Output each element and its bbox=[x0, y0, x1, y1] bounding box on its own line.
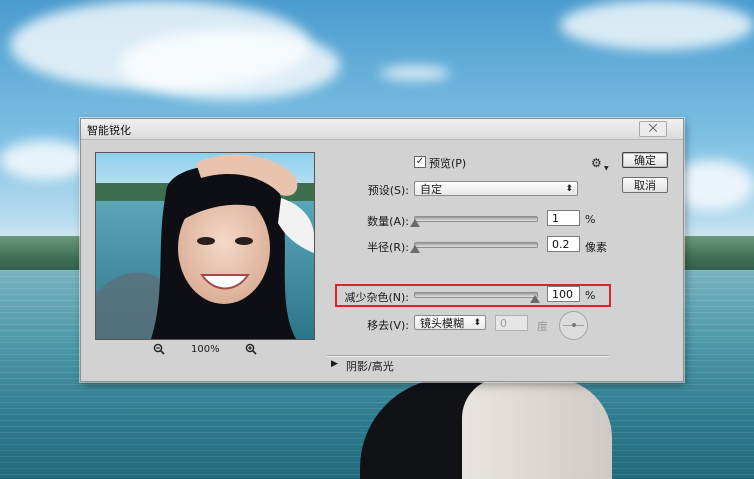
reduce-noise-unit: % bbox=[585, 289, 596, 302]
radius-value: 0.2 bbox=[552, 238, 570, 251]
amount-slider[interactable] bbox=[414, 216, 538, 222]
radius-slider[interactable] bbox=[414, 242, 538, 248]
disclosure-triangle-icon[interactable]: ▶ bbox=[331, 359, 338, 369]
close-icon: ⨉ bbox=[648, 122, 658, 135]
zoom-out-icon[interactable] bbox=[153, 343, 165, 358]
amount-slider-thumb[interactable] bbox=[410, 219, 420, 227]
zoom-in-icon[interactable] bbox=[245, 343, 257, 358]
caret-down-icon[interactable]: ▼ bbox=[604, 165, 609, 172]
amount-value: 1 bbox=[552, 212, 559, 225]
cloud bbox=[0, 140, 90, 180]
amount-unit: % bbox=[585, 213, 596, 226]
angle-unit: 度 bbox=[537, 320, 548, 333]
angle-dial-center bbox=[572, 323, 576, 327]
ok-button[interactable]: 确定 bbox=[622, 152, 668, 168]
angle-input: 0 bbox=[495, 315, 528, 331]
preview-image[interactable] bbox=[95, 152, 315, 340]
radius-slider-thumb[interactable] bbox=[410, 245, 420, 253]
cancel-button[interactable]: 取消 bbox=[622, 177, 668, 193]
reduce-noise-slider[interactable] bbox=[414, 292, 538, 298]
remove-select[interactable]: 镜头模糊 ⬍ bbox=[414, 315, 486, 330]
dialog-title: 智能锐化 bbox=[87, 124, 131, 137]
angle-value: 0 bbox=[500, 317, 507, 330]
close-button[interactable]: ⨉ bbox=[639, 121, 667, 137]
radius-unit: 像素 bbox=[585, 241, 607, 254]
preview-label: 预览(P) bbox=[429, 157, 467, 170]
reduce-noise-slider-thumb[interactable] bbox=[530, 295, 540, 303]
cloud bbox=[380, 66, 450, 80]
preset-select[interactable]: 自定 ⬍ bbox=[414, 181, 578, 196]
smart-sharpen-dialog: 智能锐化 ⨉ 100% ✓ 预览(P) ⚙ ▼ 预设(S): 自定 ⬍ 数量(A… bbox=[80, 118, 684, 382]
angle-dial bbox=[559, 311, 588, 340]
dialog-body: 100% ✓ 预览(P) ⚙ ▼ 预设(S): 自定 ⬍ 数量(A): 1 % … bbox=[81, 140, 683, 381]
dialog-titlebar[interactable]: 智能锐化 ⨉ bbox=[81, 119, 683, 140]
updown-arrow-icon: ⬍ bbox=[565, 184, 573, 194]
zoom-level: 100% bbox=[191, 344, 220, 355]
reduce-noise-input[interactable]: 100 bbox=[547, 286, 580, 302]
preset-label: 预设(S): bbox=[367, 184, 409, 197]
preview-photo bbox=[96, 153, 314, 339]
cloud bbox=[120, 30, 340, 100]
preview-checkbox[interactable]: ✓ bbox=[414, 156, 426, 168]
updown-arrow-icon: ⬍ bbox=[473, 318, 481, 328]
gear-icon[interactable]: ⚙ bbox=[591, 156, 602, 170]
zoom-controls: 100% bbox=[95, 343, 313, 359]
girl-shirt bbox=[462, 378, 612, 479]
cloud bbox=[560, 0, 754, 50]
shadows-highlights-label[interactable]: 阴影/高光 bbox=[346, 358, 394, 374]
remove-value: 镜头模糊 bbox=[420, 317, 464, 330]
amount-input[interactable]: 1 bbox=[547, 210, 580, 226]
reduce-noise-label: 减少杂色(N): bbox=[344, 291, 409, 304]
preset-value: 自定 bbox=[420, 183, 442, 196]
reduce-noise-value: 100 bbox=[552, 288, 573, 301]
radius-label: 半径(R): bbox=[367, 241, 409, 254]
radius-input[interactable]: 0.2 bbox=[547, 236, 580, 252]
amount-label: 数量(A): bbox=[367, 215, 409, 228]
remove-label: 移去(V): bbox=[367, 319, 409, 332]
section-divider bbox=[327, 355, 609, 356]
